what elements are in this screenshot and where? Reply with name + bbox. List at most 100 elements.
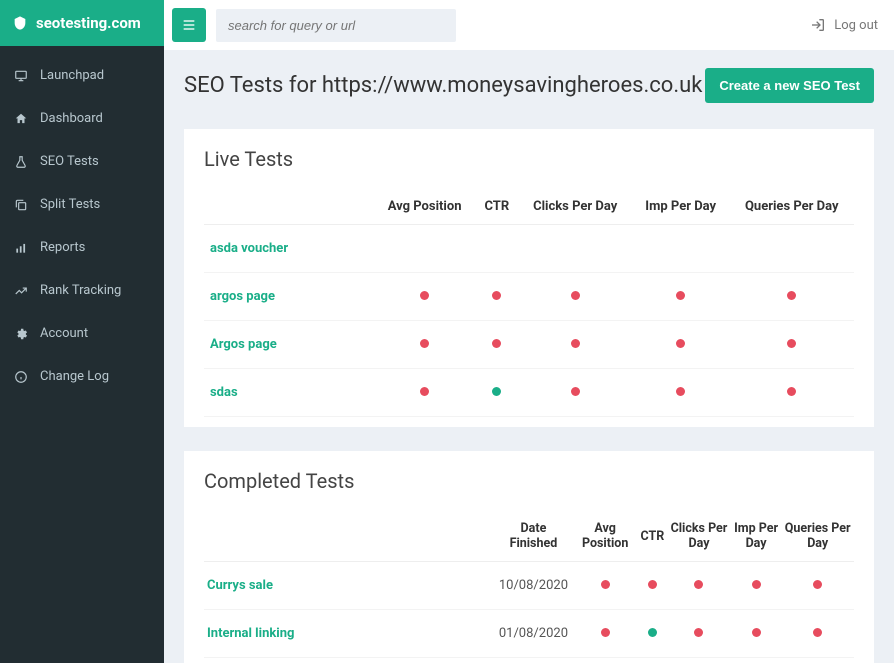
test-name-link[interactable]: asda voucher <box>204 225 374 273</box>
column-header: Avg Position <box>374 189 475 225</box>
status-cell <box>667 610 731 658</box>
test-name-link[interactable]: Internal linking <box>204 610 494 658</box>
sidebar-item-label: Change Log <box>40 369 109 384</box>
status-cell <box>518 225 631 273</box>
test-name-link[interactable]: Currys page <box>204 658 494 663</box>
gear-icon <box>14 327 28 341</box>
status-dot <box>676 339 685 348</box>
status-dot <box>571 339 580 348</box>
search-input[interactable] <box>216 9 456 42</box>
status-cell <box>667 562 731 610</box>
status-dot <box>752 628 761 637</box>
sidebar-item-rank-tracking[interactable]: Rank Tracking <box>0 269 164 312</box>
test-name-link[interactable]: Argos page <box>204 321 374 369</box>
column-header <box>204 189 374 225</box>
sidebar-item-label: SEO Tests <box>40 154 99 169</box>
sidebar-item-reports[interactable]: Reports <box>0 226 164 269</box>
column-header <box>204 511 494 562</box>
status-dot <box>694 628 703 637</box>
status-cell <box>781 610 854 658</box>
live-tests-panel: Live Tests Avg PositionCTRClicks Per Day… <box>184 129 874 427</box>
status-cell <box>374 225 475 273</box>
status-dot <box>813 628 822 637</box>
status-dot <box>420 339 429 348</box>
menu-toggle-button[interactable] <box>172 8 206 42</box>
create-seo-test-button[interactable]: Create a new SEO Test <box>705 68 874 103</box>
table-row: Currys sale10/08/2020 <box>204 562 854 610</box>
test-name-link[interactable]: argos page <box>204 273 374 321</box>
sidebar-item-split-tests[interactable]: Split Tests <box>0 183 164 226</box>
column-header: Imp Per Day <box>632 189 730 225</box>
sidebar-item-launchpad[interactable]: Launchpad <box>0 54 164 97</box>
brand-icon <box>12 15 28 31</box>
status-cell <box>637 610 667 658</box>
sidebar-item-label: Account <box>40 326 88 341</box>
date-finished: 27/07/2020 <box>494 658 573 663</box>
test-name-link[interactable]: sdas <box>204 369 374 417</box>
date-finished: 01/08/2020 <box>494 610 573 658</box>
sidebar-item-seo-tests[interactable]: SEO Tests <box>0 140 164 183</box>
status-cell <box>731 658 782 663</box>
home-icon <box>14 112 28 126</box>
status-cell <box>573 610 638 658</box>
sidebar-item-label: Reports <box>40 240 85 255</box>
test-name-link[interactable]: Currys sale <box>204 562 494 610</box>
column-header: CTR <box>637 511 667 562</box>
status-cell <box>730 225 855 273</box>
table-row: asda voucher <box>204 225 854 273</box>
table-row: Internal linking01/08/2020 <box>204 610 854 658</box>
sidebar-item-label: Split Tests <box>40 197 100 212</box>
info-icon <box>14 370 28 384</box>
status-cell <box>475 369 518 417</box>
status-dot <box>571 387 580 396</box>
sidebar-item-account[interactable]: Account <box>0 312 164 355</box>
brand[interactable]: seotesting.com <box>0 0 164 46</box>
column-header: Clicks Per Day <box>667 511 731 562</box>
table-row: argos page <box>204 273 854 321</box>
status-dot <box>601 580 610 589</box>
status-cell <box>781 562 854 610</box>
status-dot <box>648 580 657 589</box>
status-cell <box>667 658 731 663</box>
column-header: Avg Position <box>573 511 638 562</box>
status-dot <box>752 580 761 589</box>
sidebar-item-label: Rank Tracking <box>40 283 121 298</box>
column-header: Queries Per Day <box>730 189 855 225</box>
status-cell <box>730 369 855 417</box>
hamburger-icon <box>181 17 197 33</box>
status-cell <box>475 321 518 369</box>
table-row: Currys page27/07/2020 <box>204 658 854 663</box>
status-dot <box>601 628 610 637</box>
live-tests-heading: Live Tests <box>204 147 854 171</box>
line-chart-icon <box>14 284 28 298</box>
sidebar-item-label: Dashboard <box>40 111 103 126</box>
brand-text: seotesting.com <box>36 14 141 32</box>
column-header: Clicks Per Day <box>518 189 631 225</box>
status-cell <box>374 321 475 369</box>
status-cell <box>475 225 518 273</box>
column-header: Imp Per Day <box>731 511 782 562</box>
date-finished: 10/08/2020 <box>494 562 573 610</box>
desktop-icon <box>14 69 28 83</box>
status-dot <box>676 291 685 300</box>
status-dot <box>787 387 796 396</box>
page-title: SEO Tests for https://www.moneysavingher… <box>184 73 702 98</box>
sidebar: seotesting.com Launchpad Dashboard SEO T… <box>0 0 164 663</box>
flask-icon <box>14 155 28 169</box>
status-dot <box>492 339 501 348</box>
logout-link[interactable]: Log out <box>810 17 878 33</box>
status-cell <box>632 273 730 321</box>
status-cell <box>637 562 667 610</box>
completed-tests-heading: Completed Tests <box>204 469 854 493</box>
sidebar-item-dashboard[interactable]: Dashboard <box>0 97 164 140</box>
status-cell <box>781 658 854 663</box>
topbar: Log out <box>164 0 894 50</box>
sidebar-item-label: Launchpad <box>40 68 104 83</box>
status-dot <box>694 580 703 589</box>
status-dot <box>492 291 501 300</box>
sidebar-item-change-log[interactable]: Change Log <box>0 355 164 398</box>
page-header: SEO Tests for https://www.moneysavingher… <box>164 50 894 121</box>
column-header: CTR <box>475 189 518 225</box>
status-cell <box>518 273 631 321</box>
status-cell <box>573 658 638 663</box>
